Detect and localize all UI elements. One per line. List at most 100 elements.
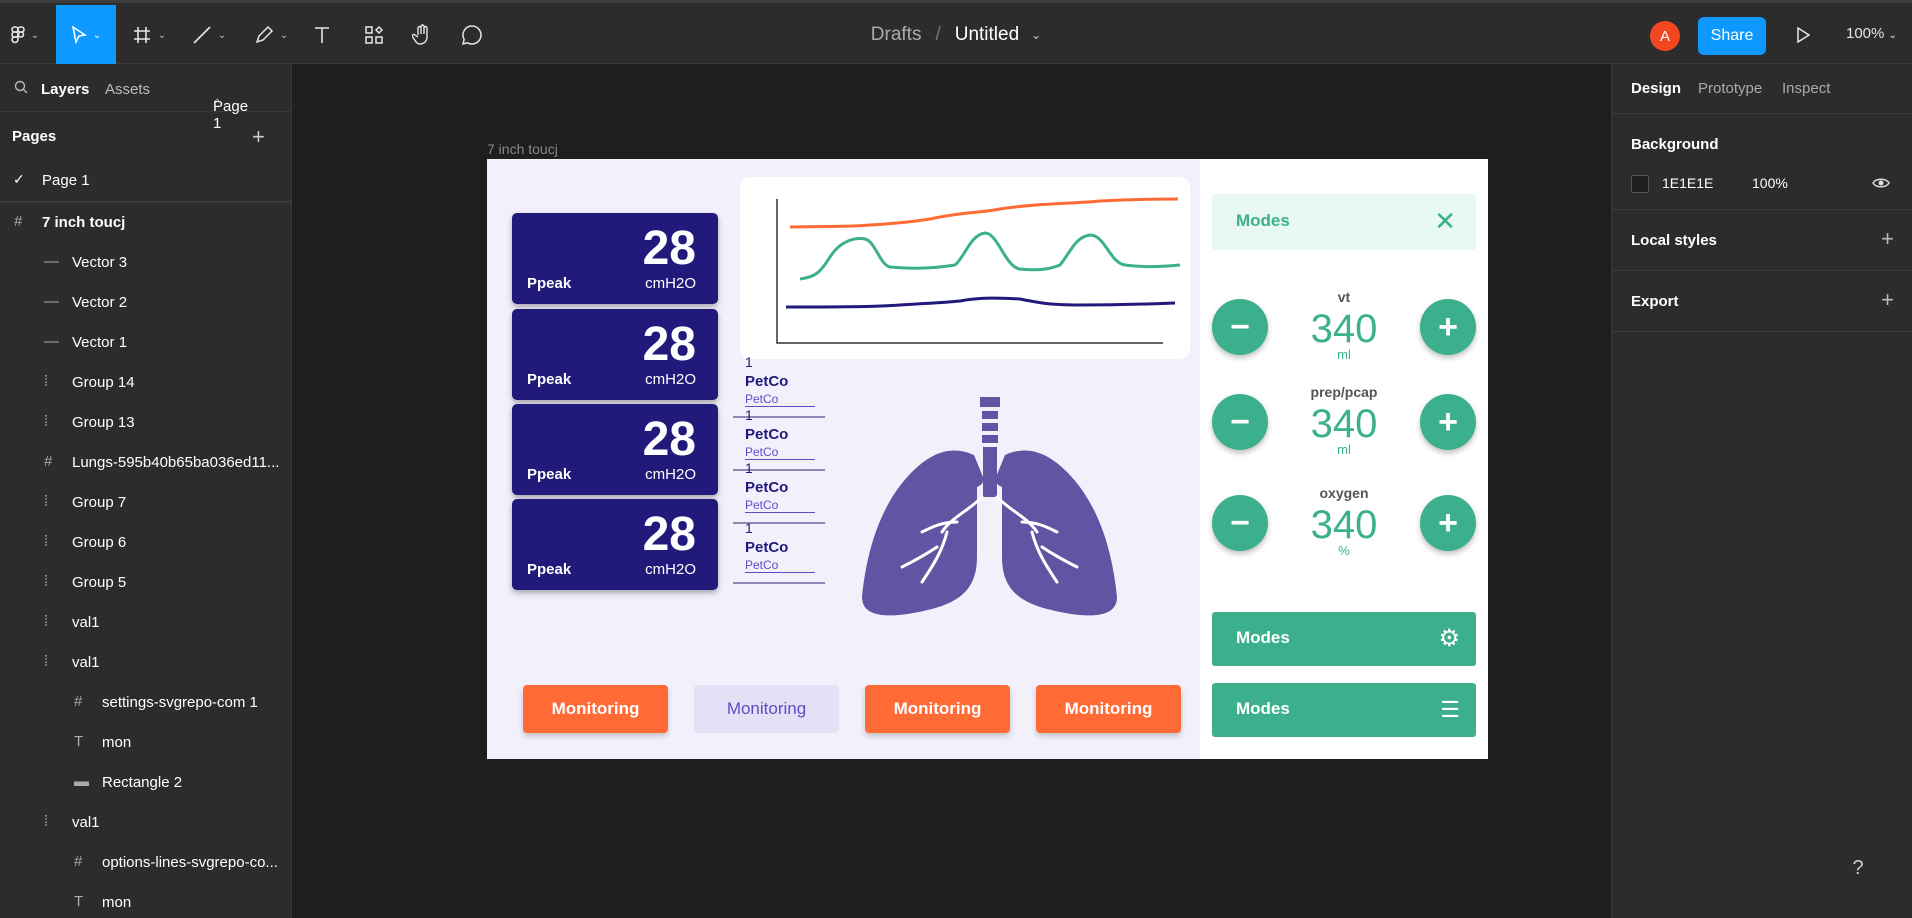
add-style-icon[interactable]: + <box>1881 226 1894 252</box>
tab-inspect[interactable]: Inspect <box>1782 80 1830 97</box>
layer-row[interactable]: ⁞ Group 13 <box>0 403 291 443</box>
text-icon: T <box>74 893 84 910</box>
layer-row[interactable]: ▬ Rectangle 2 <box>0 763 291 803</box>
control-unit: ml <box>1337 347 1351 362</box>
text-icon: T <box>74 733 84 750</box>
group-icon: ⁞ <box>44 533 49 550</box>
monitoring-button[interactable]: Monitoring <box>694 685 839 733</box>
file-title[interactable]: Untitled <box>955 24 1019 46</box>
layer-row[interactable]: # options-lines-svgrepo-co... <box>0 843 291 883</box>
add-export-icon[interactable]: + <box>1881 287 1894 313</box>
main-menu-button[interactable]: ⌄ <box>0 5 50 65</box>
ppeak-value: 28 <box>642 413 696 466</box>
ppeak-unit: cmH2O <box>645 466 696 483</box>
layer-row[interactable]: ⁞ val1 <box>0 603 291 643</box>
hand-tool-button[interactable] <box>404 5 440 65</box>
pen-tool-button[interactable]: ⌄ <box>246 5 296 65</box>
decrement-button[interactable]: − <box>1212 394 1268 450</box>
layer-row[interactable]: ⁞ val1 <box>0 643 291 683</box>
resources-button[interactable] <box>356 5 392 65</box>
close-icon[interactable]: ✕ <box>1434 206 1456 237</box>
tab-layers[interactable]: Layers <box>41 81 89 98</box>
export-section: Export + <box>1612 271 1912 332</box>
layer-name: Group 5 <box>72 574 127 591</box>
layer-name: val1 <box>72 614 100 631</box>
share-button[interactable]: Share <box>1698 17 1766 55</box>
increment-button[interactable]: + <box>1420 299 1476 355</box>
layer-row[interactable]: — Vector 1 <box>0 323 291 363</box>
monitoring-button[interactable]: Monitoring <box>1036 685 1181 733</box>
layer-row[interactable]: — Vector 3 <box>0 243 291 283</box>
monitoring-button[interactable]: Monitoring <box>523 685 668 733</box>
add-page-icon[interactable]: + <box>252 124 265 150</box>
design-frame[interactable]: 28 Ppeak cmH2O 28 Ppeak cmH2O 28 Ppeak cmH2O 28 Pp… <box>487 159 1488 759</box>
layer-row[interactable]: ⁞ Group 14 <box>0 363 291 403</box>
chevron-down-icon[interactable]: ⌄ <box>1031 28 1041 42</box>
background-color-swatch[interactable] <box>1631 175 1649 193</box>
layer-name: mon <box>102 894 132 911</box>
line-icon <box>193 26 211 44</box>
avatar[interactable]: A <box>1650 21 1680 51</box>
page-item[interactable]: ✓ Page 1 <box>0 162 291 202</box>
line-tool-button[interactable]: ⌄ <box>184 5 234 65</box>
monitoring-button[interactable]: Monitoring <box>865 685 1010 733</box>
properties-panel: Design Prototype Inspect Background 1E1E… <box>1611 64 1912 918</box>
layer-row[interactable]: ⁞ Group 5 <box>0 563 291 603</box>
page-item-label: Page 1 <box>42 172 90 189</box>
layer-row[interactable]: ⁞ val1 <box>0 803 291 843</box>
chevron-up-icon: ⌃ <box>213 98 222 109</box>
frame-icon: # <box>74 693 83 710</box>
layer-row[interactable]: Tmon <box>0 723 291 763</box>
frame-label[interactable]: 7 inch toucj <box>487 141 558 157</box>
ppeak-card[interactable]: 28 Ppeak cmH2O <box>512 213 718 304</box>
ppeak-unit: cmH2O <box>645 561 696 578</box>
control-unit: ml <box>1337 442 1351 457</box>
tab-design[interactable]: Design <box>1631 80 1681 97</box>
modes-list-button[interactable]: Modes ☰ <box>1212 683 1476 737</box>
petco-item: 1 PetCo PetCo <box>733 520 825 584</box>
layer-row[interactable]: ⁞ Group 6 <box>0 523 291 563</box>
layer-row[interactable]: ⁞ Group 7 <box>0 483 291 523</box>
frame-tool-button[interactable]: ⌄ <box>124 5 174 65</box>
zoom-value: 100% <box>1846 25 1885 42</box>
search-icon[interactable] <box>14 80 28 94</box>
components-icon <box>365 25 384 44</box>
tab-prototype[interactable]: Prototype <box>1698 80 1762 97</box>
layer-row[interactable]: # settings-svgrepo-com 1 <box>0 683 291 723</box>
lungs-illustration <box>862 397 1117 616</box>
minus-icon: − <box>1230 503 1250 542</box>
modes-header[interactable]: Modes ✕ <box>1212 194 1476 250</box>
ppeak-card[interactable]: 28 Ppeak cmH2O <box>512 499 718 590</box>
increment-button[interactable]: + <box>1420 495 1476 551</box>
decrement-button[interactable]: − <box>1212 495 1268 551</box>
increment-button[interactable]: + <box>1420 394 1476 450</box>
eye-icon[interactable] <box>1872 176 1890 190</box>
move-tool-button[interactable]: ⌄ <box>56 5 116 65</box>
plus-icon: + <box>1438 503 1458 542</box>
frame-icon: # <box>74 853 83 870</box>
text-tool-button[interactable] <box>304 5 340 65</box>
ppeak-card[interactable]: 28 Ppeak cmH2O <box>512 309 718 400</box>
background-label: Background <box>1631 136 1719 153</box>
layer-row[interactable]: # Lungs-595b40b65ba036ed11... <box>0 443 291 483</box>
waveform-chart <box>776 197 1181 344</box>
petco-title: PetCo <box>745 539 789 556</box>
present-button[interactable] <box>1788 5 1818 65</box>
background-hex[interactable]: 1E1E1E <box>1662 175 1713 191</box>
layer-row[interactable]: Tmon <box>0 883 291 918</box>
chevron-down-icon: ⌄ <box>30 29 40 41</box>
breadcrumb-drafts[interactable]: Drafts <box>871 24 922 46</box>
comment-tool-button[interactable] <box>454 5 490 65</box>
background-opacity[interactable]: 100% <box>1752 175 1788 191</box>
help-button[interactable]: ? <box>1836 846 1880 890</box>
ppeak-card[interactable]: 28 Ppeak cmH2O <box>512 404 718 495</box>
plus-icon: + <box>1438 307 1458 346</box>
modes-settings-button[interactable]: Modes ⚙ <box>1212 612 1476 666</box>
decrement-button[interactable]: − <box>1212 299 1268 355</box>
petco-title: PetCo <box>745 426 789 443</box>
tab-assets[interactable]: Assets <box>105 81 150 98</box>
zoom-dropdown[interactable]: 100% ⌄ <box>1846 25 1897 42</box>
layer-row[interactable]: #7 inch toucj <box>0 203 291 243</box>
layer-row[interactable]: — Vector 2 <box>0 283 291 323</box>
petco-sub: PetCo <box>745 498 815 513</box>
